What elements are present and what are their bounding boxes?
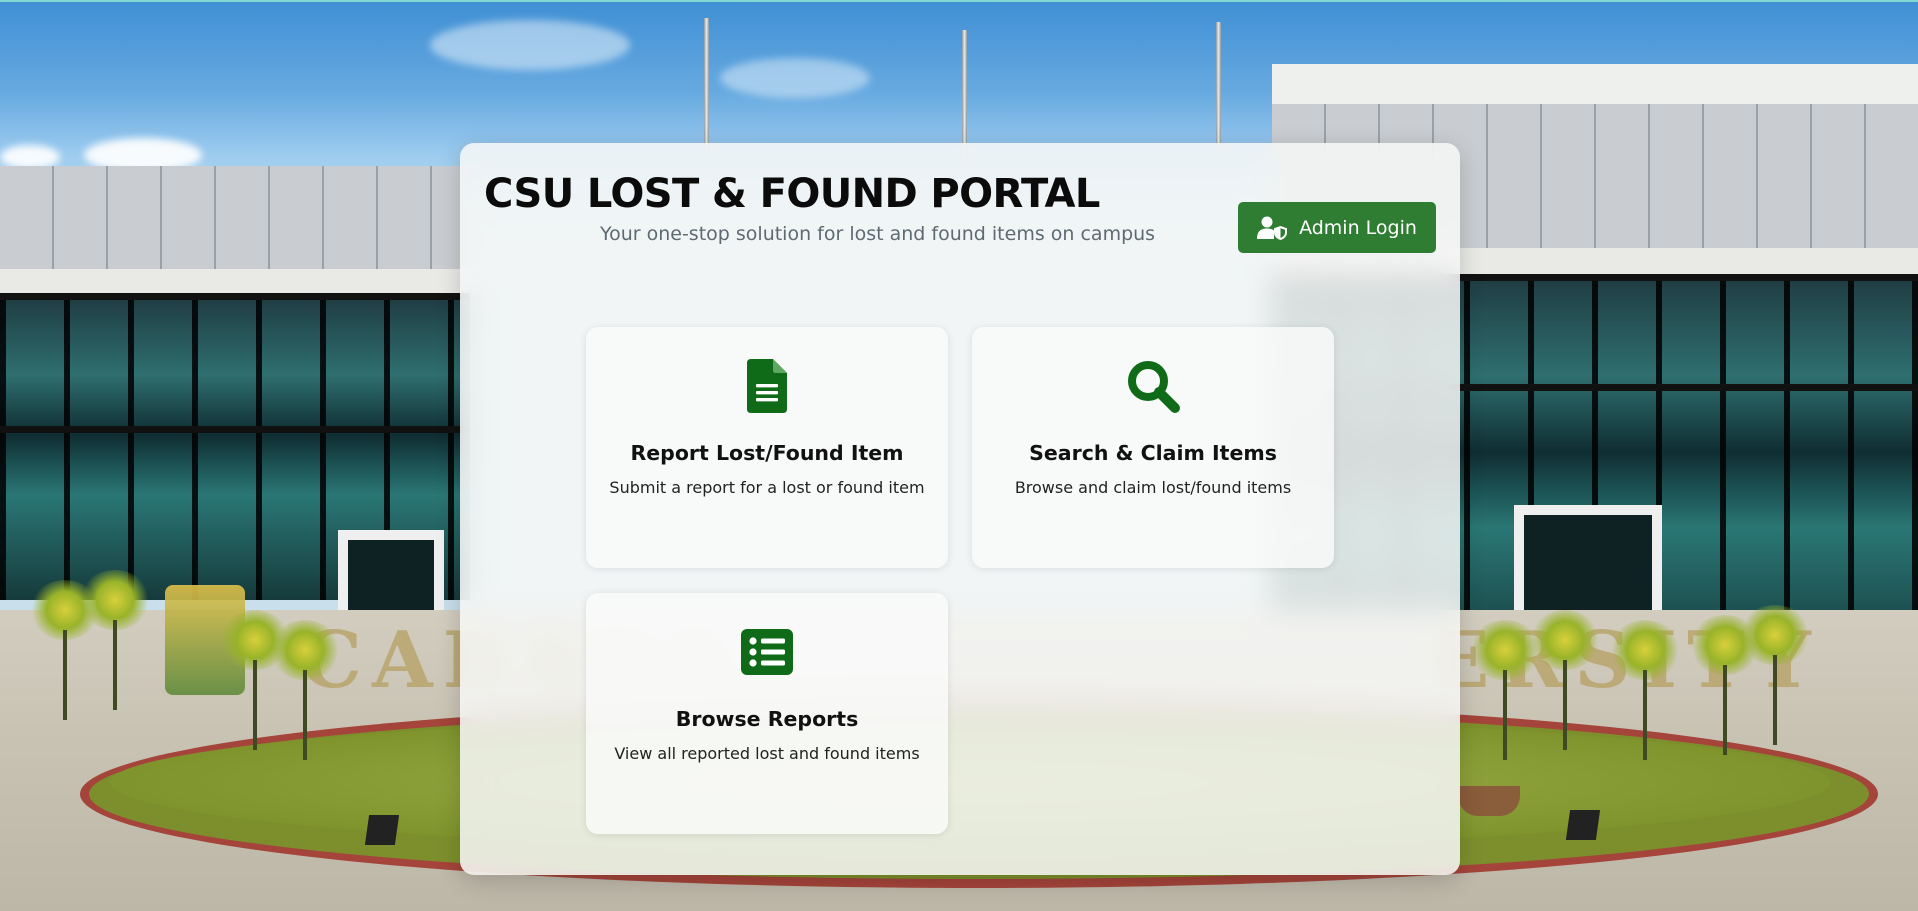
admin-login-button[interactable]: Admin Login — [1238, 202, 1436, 253]
page-title: CSU LOST & FOUND PORTAL — [484, 171, 1100, 217]
page-subtitle: Your one-stop solution for lost and foun… — [600, 223, 1156, 245]
file-document-icon — [586, 359, 948, 413]
portal-panel: CSU LOST & FOUND PORTAL Your one-stop so… — [460, 143, 1460, 875]
admin-login-label: Admin Login — [1299, 216, 1417, 239]
report-item-card[interactable]: Report Lost/Found Item Submit a report f… — [586, 327, 948, 568]
search-icon — [972, 359, 1334, 413]
browse-reports-description: View all reported lost and found items — [614, 744, 920, 763]
search-claim-description: Browse and claim lost/found items — [1014, 478, 1292, 497]
report-item-title: Report Lost/Found Item — [630, 441, 904, 465]
browse-reports-title: Browse Reports — [675, 707, 859, 731]
browse-reports-card[interactable]: Browse Reports View all reported lost an… — [586, 593, 948, 834]
list-icon — [586, 625, 948, 679]
user-shield-icon — [1257, 216, 1288, 240]
search-claim-card[interactable]: Search & Claim Items Browse and claim lo… — [972, 327, 1334, 568]
search-claim-title: Search & Claim Items — [1029, 441, 1277, 465]
report-item-description: Submit a report for a lost or found item — [609, 478, 925, 497]
